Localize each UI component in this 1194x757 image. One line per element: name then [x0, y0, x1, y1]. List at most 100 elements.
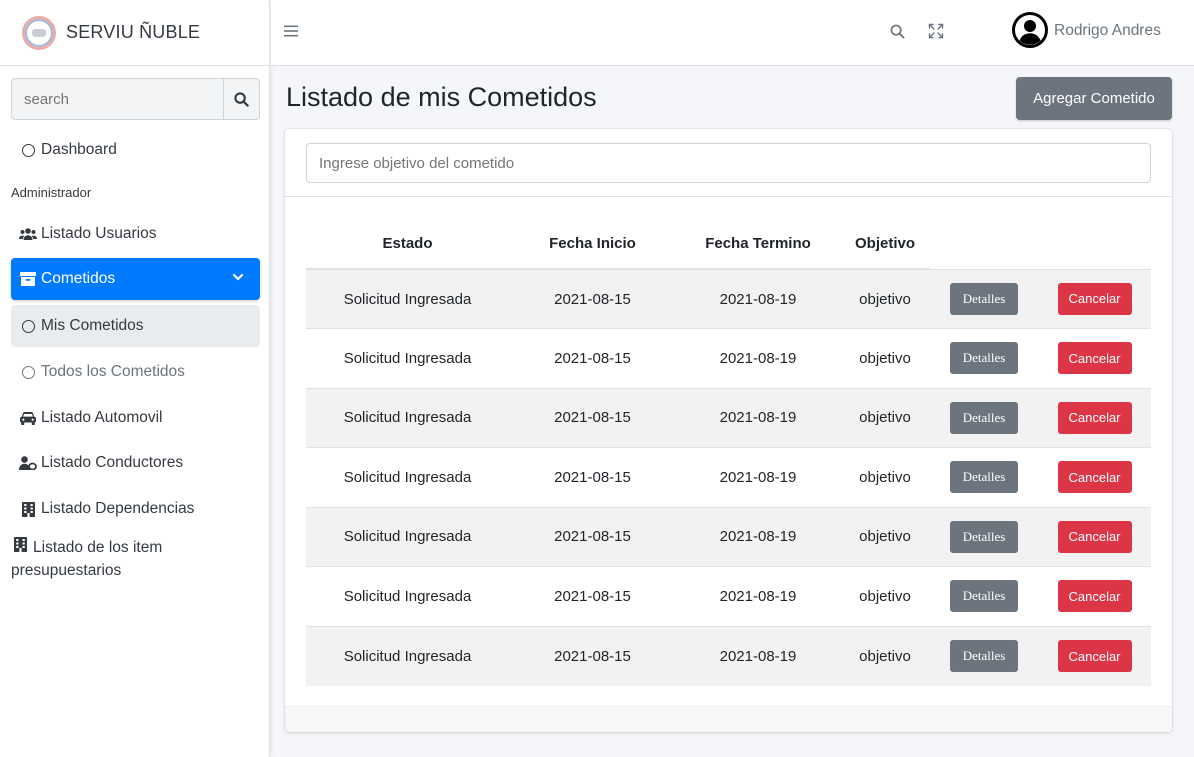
cell-objetivo: objetivo	[840, 506, 930, 567]
cell-estado: Solicitud Ingresada	[306, 506, 509, 567]
sidebar-item-label: Listado Conductores	[41, 454, 184, 471]
cancel-button[interactable]: Cancelar	[1057, 342, 1132, 375]
sidebar-header-administrador: Administrador	[11, 185, 92, 200]
details-button[interactable]: Detalles	[950, 342, 1018, 375]
column-header-actions	[930, 219, 1038, 269]
cell-objetivo: objetivo	[840, 268, 930, 329]
building-icon	[21, 501, 35, 517]
cell-fecha-termino: 2021-08-19	[676, 387, 840, 448]
cell-fecha-inicio: 2021-08-15	[509, 625, 676, 686]
car-icon	[20, 411, 36, 425]
cell-estado: Solicitud Ingresada	[306, 387, 509, 448]
cometidos-table: Estado Fecha Inicio Fecha Termino Objeti…	[306, 219, 1151, 686]
sidebar-item-label: Cometidos	[41, 270, 116, 287]
table-row: Solicitud Ingresada 2021-08-15 2021-08-1…	[306, 506, 1151, 567]
column-header-fecha-inicio[interactable]: Fecha Inicio	[509, 219, 676, 270]
navbar-search-button[interactable]	[890, 24, 905, 44]
cell-fecha-termino: 2021-08-19	[676, 447, 840, 507]
circle-icon	[21, 319, 35, 333]
details-button[interactable]: Detalles	[950, 640, 1018, 672]
sidebar-item-listado-conductores[interactable]: Listado Conductores	[11, 442, 260, 484]
cell-objetivo: objetivo	[840, 566, 930, 626]
sidebar-item-mis-cometidos[interactable]: Mis Cometidos	[11, 305, 260, 347]
details-button[interactable]: Detalles	[950, 461, 1018, 494]
column-header-fecha-termino[interactable]: Fecha Termino	[676, 219, 840, 270]
sidebar-item-label: Dashboard	[41, 141, 117, 158]
table-row: Solicitud Ingresada 2021-08-15 2021-08-1…	[306, 268, 1151, 329]
cell-objetivo: objetivo	[840, 625, 930, 686]
cell-estado: Solicitud Ingresada	[306, 566, 509, 626]
cometidos-card: Estado Fecha Inicio Fecha Termino Objeti…	[285, 129, 1172, 732]
expand-arrows-icon	[928, 23, 944, 39]
sidebar-item-cometidos[interactable]: Cometidos	[11, 258, 260, 300]
column-header-actions-2	[1038, 219, 1151, 269]
cell-fecha-inicio: 2021-08-15	[509, 566, 676, 626]
cancel-button[interactable]: Cancelar	[1057, 461, 1132, 494]
cancel-button[interactable]: Cancelar	[1057, 282, 1132, 315]
brand-name: SERVIU ÑUBLE	[66, 22, 201, 42]
card-footer	[285, 706, 1172, 732]
sidebar-item-listado-automovil[interactable]: Listado Automovil	[11, 397, 260, 439]
cell-estado: Solicitud Ingresada	[306, 268, 509, 329]
cell-fecha-inicio: 2021-08-15	[509, 387, 676, 448]
sidebar: SERVIU ÑUBLE Dashboard Administrador Lis…	[0, 0, 270, 757]
sidebar-item-label: Listado Dependencias	[41, 500, 195, 517]
cell-fecha-inicio: 2021-08-15	[509, 268, 676, 329]
sidebar-search	[11, 78, 260, 120]
objetivo-filter-input[interactable]	[306, 143, 1151, 183]
menu-toggle[interactable]	[284, 24, 298, 42]
cell-estado: Solicitud Ingresada	[306, 328, 509, 388]
circle-icon	[21, 143, 35, 157]
table-row: Solicitud Ingresada 2021-08-15 2021-08-1…	[306, 447, 1151, 507]
sidebar-item-dashboard[interactable]: Dashboard	[11, 129, 260, 171]
column-header-estado[interactable]: Estado	[306, 219, 509, 270]
brand-link[interactable]: SERVIU ÑUBLE	[0, 0, 269, 66]
sidebar-item-label-line2: presupuestarios	[11, 562, 122, 579]
cell-fecha-inicio: 2021-08-15	[509, 447, 676, 507]
table-row: Solicitud Ingresada 2021-08-15 2021-08-1…	[306, 566, 1151, 626]
cancel-button[interactable]: Cancelar	[1057, 640, 1132, 672]
cell-objetivo: objetivo	[840, 447, 930, 507]
details-button[interactable]: Detalles	[950, 520, 1018, 553]
cancel-button[interactable]: Cancelar	[1057, 520, 1132, 553]
cell-fecha-termino: 2021-08-19	[676, 625, 840, 686]
cell-fecha-termino: 2021-08-19	[676, 328, 840, 388]
brand-logo-icon	[22, 15, 56, 50]
building-icon	[13, 537, 27, 552]
cell-fecha-termino: 2021-08-19	[676, 506, 840, 567]
sidebar-search-button[interactable]	[223, 78, 260, 120]
sidebar-item-label: Mis Cometidos	[41, 317, 144, 334]
search-icon	[234, 91, 249, 107]
table-row: Solicitud Ingresada 2021-08-15 2021-08-1…	[306, 625, 1151, 686]
user-name[interactable]: Rodrigo Andres	[1054, 22, 1161, 40]
cell-estado: Solicitud Ingresada	[306, 625, 509, 686]
cell-fecha-termino: 2021-08-19	[676, 268, 840, 329]
sidebar-item-listado-item-presupuestarios[interactable]: Listado de los item presupuestarios	[11, 536, 260, 592]
details-button[interactable]: Detalles	[950, 580, 1018, 613]
fullscreen-button[interactable]	[928, 23, 944, 44]
cell-fecha-termino: 2021-08-19	[676, 566, 840, 626]
sidebar-search-input[interactable]	[11, 78, 223, 120]
add-cometido-button[interactable]: Agregar Cometido	[1016, 77, 1172, 120]
circle-icon	[21, 365, 35, 379]
user-tie-icon	[19, 456, 37, 470]
sidebar-item-listado-dependencias[interactable]: Listado Dependencias	[11, 488, 260, 530]
details-button[interactable]: Detalles	[950, 401, 1018, 434]
archive-icon	[20, 272, 36, 286]
table-row: Solicitud Ingresada 2021-08-15 2021-08-1…	[306, 387, 1151, 448]
sidebar-item-listado-usuarios[interactable]: Listado Usuarios	[11, 213, 260, 255]
sidebar-item-label: Listado Automovil	[41, 409, 163, 426]
details-button[interactable]: Detalles	[950, 282, 1018, 315]
table-header-row: Estado Fecha Inicio Fecha Termino Objeti…	[306, 219, 1151, 270]
sidebar-item-todos-los-cometidos[interactable]: Todos los Cometidos	[11, 351, 260, 393]
user-avatar[interactable]	[1012, 12, 1048, 53]
cell-objetivo: objetivo	[840, 328, 930, 388]
sidebar-item-label: Listado de los item	[33, 539, 163, 556]
table-body: Solicitud Ingresada 2021-08-15 2021-08-1…	[306, 268, 1151, 686]
column-header-objetivo[interactable]: Objetivo	[840, 219, 930, 270]
page-title: Listado de mis Cometidos	[286, 82, 597, 112]
hamburger-icon	[284, 25, 298, 37]
cancel-button[interactable]: Cancelar	[1057, 401, 1132, 434]
search-icon	[890, 24, 905, 39]
cancel-button[interactable]: Cancelar	[1057, 580, 1132, 613]
